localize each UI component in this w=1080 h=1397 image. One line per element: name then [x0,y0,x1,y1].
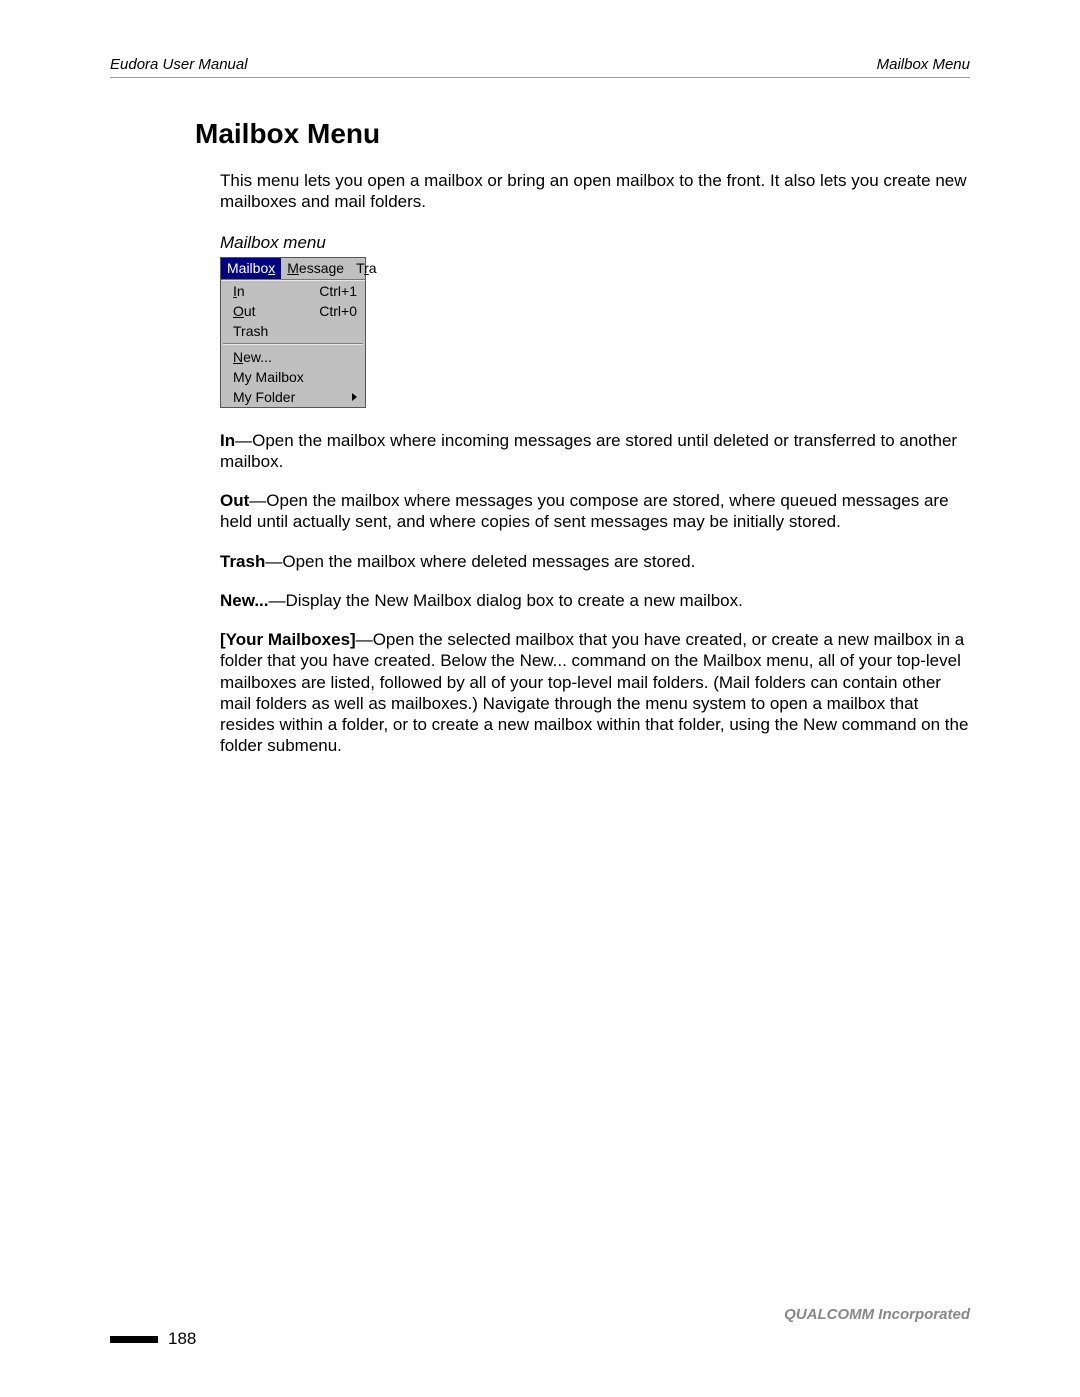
section-title: Mailbox Menu [195,118,970,150]
menu-figure: Mailbox Message Tra In Ctrl+1 Out Ctrl+0… [220,257,366,408]
menu-item-in[interactable]: In Ctrl+1 [221,281,365,301]
figure-caption: Mailbox menu [220,233,970,253]
submenu-arrow-icon [352,393,357,401]
def-in: In—Open the mailbox where incoming messa… [220,430,970,473]
intro-paragraph: This menu lets you open a mailbox or bri… [220,170,970,213]
menubar-message[interactable]: Message [281,258,350,279]
menubar-mailbox[interactable]: Mailbox [221,258,281,279]
shortcut-label: Ctrl+0 [319,303,357,319]
menu-item-my-folder[interactable]: My Folder [221,387,365,407]
def-trash: Trash—Open the mailbox where deleted mes… [220,551,970,572]
menu-separator [223,343,363,345]
footer-company: QUALCOMM Incorporated [110,1306,970,1323]
footer-bar-icon [110,1336,158,1343]
def-your-mailboxes: [Your Mailboxes]—Open the selected mailb… [220,629,970,757]
page-header: Eudora User Manual Mailbox Menu [110,56,970,78]
mailbox-dropdown: In Ctrl+1 Out Ctrl+0 Trash New... My Mai… [221,280,365,407]
header-left: Eudora User Manual [110,56,248,73]
header-right: Mailbox Menu [877,56,970,73]
def-new: New...—Display the New Mailbox dialog bo… [220,590,970,611]
menu-item-new[interactable]: New... [221,347,365,367]
menu-item-my-mailbox[interactable]: My Mailbox [221,367,365,387]
menubar-transfer[interactable]: Tra [350,258,383,279]
page-footer: QUALCOMM Incorporated 188 [110,1306,970,1349]
menubar: Mailbox Message Tra [221,258,365,280]
def-out: Out—Open the mailbox where messages you … [220,490,970,533]
menu-item-trash[interactable]: Trash [221,321,365,341]
menu-item-out[interactable]: Out Ctrl+0 [221,301,365,321]
page-number: 188 [168,1329,196,1349]
shortcut-label: Ctrl+1 [319,283,357,299]
